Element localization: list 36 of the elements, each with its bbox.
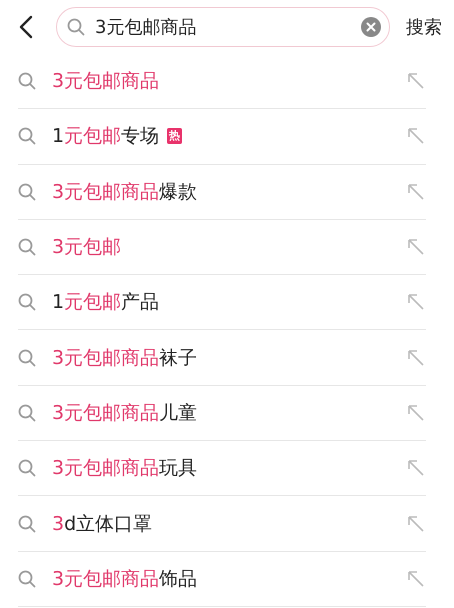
arrow-icon[interactable] xyxy=(406,237,426,258)
arrow-icon[interactable] xyxy=(406,568,426,589)
search-icon xyxy=(18,127,36,146)
suggestion-text[interactable]: 3元包邮商品爆款 xyxy=(52,178,198,205)
search-icon xyxy=(18,293,36,312)
hot-badge: 热 xyxy=(167,128,182,144)
search-icon xyxy=(67,18,85,36)
search-button[interactable]: 搜索 xyxy=(400,11,442,43)
search-icon xyxy=(18,404,36,422)
arrow-icon[interactable] xyxy=(406,182,426,202)
suggestion-text[interactable]: 3元包邮商品玩具 xyxy=(52,455,198,482)
suggestion-text[interactable]: 3元包邮商品 xyxy=(52,68,160,94)
search-icon xyxy=(18,238,36,256)
search-icon xyxy=(18,72,36,90)
search-icon xyxy=(18,182,36,201)
arrow-icon[interactable] xyxy=(406,458,426,478)
search-icon xyxy=(18,570,36,588)
suggestion-text[interactable]: 3元包邮商品饰品 xyxy=(52,566,198,592)
search-input[interactable]: 3元包邮商品 xyxy=(95,16,351,38)
suggestion-text[interactable]: 3元包邮商品儿童 xyxy=(52,400,198,426)
arrow-icon[interactable] xyxy=(406,402,426,423)
clear-button[interactable] xyxy=(361,17,381,37)
suggestion-text[interactable]: 1元包邮专场 xyxy=(52,123,160,150)
arrow-icon[interactable] xyxy=(406,348,426,368)
arrow-icon[interactable] xyxy=(406,71,426,92)
suggestion-text[interactable]: 3元包邮商品袜子 xyxy=(52,344,198,371)
suggestion-text[interactable]: 3d立体口罩 xyxy=(52,510,152,537)
search-icon xyxy=(18,348,36,367)
search-icon xyxy=(18,514,36,533)
search-field[interactable]: 3元包邮商品 xyxy=(56,7,390,47)
arrow-icon[interactable] xyxy=(406,514,426,534)
suggestion-text[interactable]: 1元包邮产品 xyxy=(52,289,160,316)
arrow-icon[interactable] xyxy=(406,126,426,146)
suggestion-text[interactable]: 3元包邮 xyxy=(52,234,122,260)
arrow-icon[interactable] xyxy=(406,292,426,312)
search-icon xyxy=(18,459,36,478)
